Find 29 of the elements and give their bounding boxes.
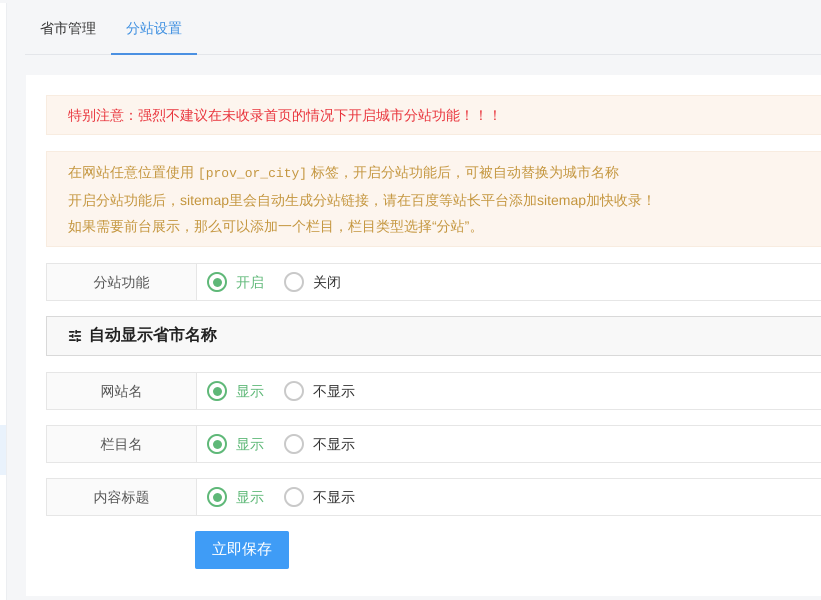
save-button[interactable]: 立即保存 — [195, 531, 289, 569]
radio-button[interactable] — [207, 272, 227, 292]
notice-text: 如果需要前台展示，那么可以添加一个栏目，栏目类型选择“分站”。 — [68, 217, 484, 236]
radio-button[interactable] — [207, 381, 227, 401]
radio-label[interactable]: 不显示 — [313, 380, 355, 402]
tab[interactable]: 分站设置 — [111, 4, 197, 55]
radio-label[interactable]: 不显示 — [313, 434, 355, 454]
radio-label[interactable]: 不显示 — [313, 486, 355, 508]
notice-text: 开启分站功能后，sitemap里会自动生成分站链接，请在百度等站长平台添加sitemap加快收录！ — [68, 191, 656, 210]
radio-button[interactable] — [284, 434, 304, 454]
field-label: 内容标题 — [47, 479, 197, 515]
tab[interactable]: 省市管理 — [25, 4, 111, 55]
radio-button[interactable] — [284, 272, 304, 292]
sliders-icon — [68, 329, 82, 343]
radio-button[interactable] — [207, 434, 227, 454]
radio-button[interactable] — [284, 487, 304, 507]
radio-label[interactable]: 显示 — [236, 380, 264, 402]
field-label: 栏目名 — [47, 426, 197, 462]
radio-label[interactable]: 开启 — [236, 272, 264, 292]
radio-label[interactable]: 显示 — [236, 486, 264, 508]
notice-text: 特别注意：强烈不建议在未收录首页的情况下开启城市分站功能！！！ — [68, 106, 502, 125]
notice-text: 在网站任意位置使用 [prov_or_city] 标签，开启分站功能后，可被自动替换为城市名称 — [68, 163, 619, 183]
field-label: 分站功能 — [47, 264, 197, 300]
radio-button[interactable] — [284, 381, 304, 401]
radio-label[interactable]: 关闭 — [313, 272, 341, 292]
section-title: 自动显示省市名称 — [89, 325, 217, 346]
radio-button[interactable] — [207, 487, 227, 507]
radio-label[interactable]: 显示 — [236, 434, 264, 454]
field-label: 网站名 — [47, 373, 197, 409]
